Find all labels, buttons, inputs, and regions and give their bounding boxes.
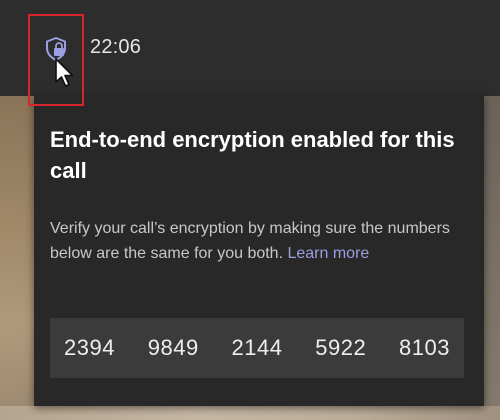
video-background-bottom <box>0 406 500 420</box>
verification-code: 2144 <box>231 335 283 360</box>
encryption-popover: End-to-end encryption enabled for this c… <box>34 96 484 406</box>
video-background-right <box>484 96 500 420</box>
mouse-pointer-icon <box>55 58 74 87</box>
call-screen: 22:06 End-to-end encryption enabled for … <box>0 0 500 420</box>
verification-code: 2394 <box>64 335 115 360</box>
call-duration: 22:06 <box>90 36 142 58</box>
description-text: Verify your call’s encryption by making … <box>50 220 450 262</box>
verification-code: 5922 <box>315 335 367 360</box>
popover-title: End-to-end encryption enabled for this c… <box>50 127 455 183</box>
verification-code: 8103 <box>399 335 450 360</box>
learn-more-link[interactable]: Learn more <box>287 245 369 262</box>
encryption-indicator-button[interactable] <box>28 14 84 106</box>
verification-code-box: 2394 9849 2144 5922 8103 <box>50 318 464 378</box>
video-background-left <box>0 96 34 420</box>
popover-description: Verify your call’s encryption by making … <box>50 216 470 266</box>
verification-code: 9849 <box>147 335 199 360</box>
